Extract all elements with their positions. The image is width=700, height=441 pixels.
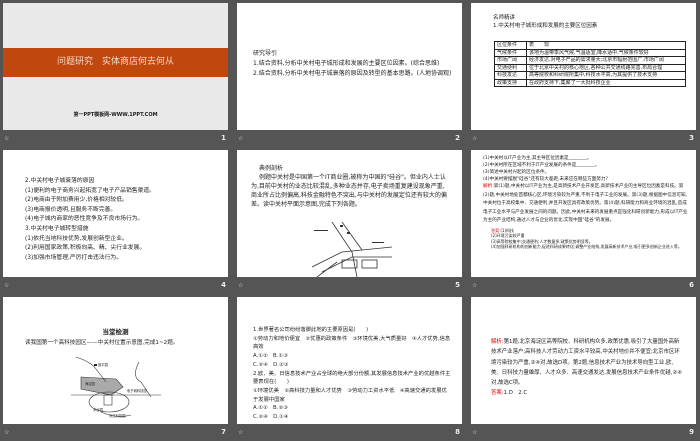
text-line: (1)便利的电子商务兴起拓宽了电子产品销售渠道。: [25, 187, 155, 194]
map-label: 电子城科技园: [127, 388, 147, 393]
question: 2.欧、美、日信息技术产业占全球的绝大部分份额,其发展信息技术产业的优越条件主要…: [253, 370, 451, 386]
slide-footer-6: ☆ 6: [472, 281, 694, 289]
text-line: 2.结合资料,分析中关村电子城衰落的原因及转型的基本思路。(人地协调观): [253, 70, 452, 77]
slide-thumbnail-4[interactable]: 2.中关村电子城衰落的原因 (1)便利的电子商务兴起拓宽了电子产品销售渠道。 (…: [3, 150, 228, 277]
answer-label: 答案:: [491, 390, 504, 397]
text-line: (3)加强市场管理,严厉打击违法行为。: [25, 254, 123, 261]
choice: A.①② B.②③: [253, 405, 288, 412]
heading: 名师精讲: [493, 15, 516, 21]
animation-icon: ☆: [4, 282, 10, 289]
map-label: 海淀园: [85, 381, 96, 386]
analysis-label: 解析:: [491, 339, 504, 345]
analysis-text: 第1题,北京海淀区高等院校、科研机构众多,政策优惠,吸引了大量国外高新技术产业落…: [491, 339, 682, 387]
slide-thumbnail-8[interactable]: 1.世界著名公司纷纷落脚此地的主要原因是( ) ①劳动力和地价便宜 ②优惠的政策…: [237, 297, 462, 424]
slide-thumbnail-3[interactable]: 名师精讲 1.中关村电子城形成和发展的主要区位因素 区位条件表 现 气候条件 该地…: [471, 3, 696, 130]
answer: (4)加强科研机构的创新能力,促进科研成果转化;调整产业结构,发展高新技术产业;…: [491, 243, 682, 249]
choice: C.②④ D.②③: [253, 361, 289, 368]
animation-icon: ☆: [4, 429, 10, 436]
animation-icon: ☆: [238, 282, 244, 289]
animation-icon: ☆: [472, 282, 478, 289]
text-line: (3)电商报价透明,且服务不断完善。: [25, 206, 117, 213]
analysis-text: 第(1)题,中关村以IT产业为主,是高新技术产业开发区,高新技术产业的主导区位因…: [483, 184, 688, 224]
slide-footer-3: ☆ 3: [472, 134, 694, 142]
map-label: 昌平园: [98, 362, 109, 367]
location-map: 昌平园 海淀园 电子城科技园 丰台园 亦庄科技园: [71, 357, 161, 418]
slide-thumbnail-9[interactable]: 解析:第1题,北京海淀区高等院校、科研机构众多,政策优惠,吸引了大量国外高新技术…: [471, 297, 696, 424]
footer-brand: 第一PPT模板网-WWW.1PPT.COM: [73, 112, 158, 118]
answer: 1.D 2.C: [503, 390, 528, 397]
options: ①环境优美 ②高科技力量和人才优势 ③劳动力工资水平低 ④高速交通的发展优于发展…: [253, 387, 447, 403]
map-label: 丰台园: [93, 407, 104, 412]
question: (2)中关村所在区域不利于IT产业发展的条件是________。: [483, 163, 600, 168]
animation-icon: ☆: [472, 429, 478, 436]
map-label: 亦庄科技园: [109, 413, 126, 418]
text-line: (1)依托当地科技优势,发展创新型企业。: [25, 235, 128, 242]
question: (1)中关村以IT产业为主,其主导区位因素是________。: [483, 156, 592, 161]
slide-footer-2: ☆ 2: [238, 134, 460, 142]
slide-footer-1: ☆ 1: [4, 134, 226, 142]
zhongguancun-map: [312, 222, 392, 277]
analysis-label: 解析:: [483, 184, 494, 189]
animation-icon: ☆: [472, 135, 478, 142]
title-band: 问题研究 实体商店何去何从: [3, 48, 228, 77]
slide-thumbnail-7[interactable]: 当堂检测 读我国第一个高科技园区——中关村位置示意图,完成1~2题。 昌平园 海…: [3, 297, 228, 424]
text-line: 1.结合资料,分析中关村电子城形成和发展的主要区位因素。(综合思维): [253, 60, 440, 67]
slide-footer-5: ☆ 5: [238, 281, 460, 289]
slide-thumbnail-1[interactable]: 问题研究 实体商店何去何从 第一PPT模板网-WWW.1PPT.COM: [3, 3, 228, 130]
slide-thumbnail-6[interactable]: (1)中关村以IT产业为主,其主导区位因素是________。 (2)中关村所在…: [471, 150, 696, 277]
choice: C.②④ D.①④: [253, 414, 289, 421]
question: 1.世界著名公司纷纷落脚此地的主要原因是( ): [253, 327, 369, 333]
options: ①劳动力和地价便宜 ②优惠的政策条件 ③环境优美,大气质量好 ④人才优势,信息高…: [253, 335, 451, 351]
question: (4)中关村要摆脱"硅谷"还有较大差距,未来应在哪些方面努力?: [483, 177, 608, 182]
choice: A.①② B.①③: [253, 353, 288, 360]
heading: 典例剖析: [259, 165, 284, 172]
text-line: (4)电子城内商家的恶性竞争及不良市场行为。: [25, 216, 144, 223]
animation-icon: ☆: [238, 429, 244, 436]
subheading: 1.中关村电子城形成和发展的主要区位因素: [493, 23, 598, 29]
slide-footer-4: ☆ 4: [4, 281, 226, 289]
text-line: (2)利用国家政策,积极向高、精、尖行业发展。: [25, 245, 146, 252]
heading: 当堂检测: [102, 328, 129, 336]
text-line: 2.中关村电子城衰落的原因: [25, 178, 95, 184]
slide-thumbnail-2[interactable]: 研究导引 1.结合资料,分析中关村电子城形成和发展的主要区位因素。(综合思维) …: [237, 3, 462, 130]
location-factors-table: 区位条件表 现 气候条件 该地为温带季风气候,气温适宜,降水适中,气候条件较好 市…: [494, 41, 686, 87]
text-line: 3.中关村电子城转型措施: [25, 225, 89, 232]
animation-icon: ☆: [4, 135, 10, 142]
body-text: 读我国第一个高科技园区——中关村位置示意图,完成1~2题。: [25, 340, 179, 346]
body-text: 例题中关村是中国第一个IT商业圈,被称为中国的"硅谷"。但业内人士认为,目前中关…: [251, 174, 447, 208]
text-line: (2)电商由于附加费用少,价格相对较低。: [25, 197, 128, 204]
question: (3)简述中关村兴起的区位条件。: [483, 170, 550, 175]
heading: 研究导引: [253, 50, 278, 57]
animation-icon: ☆: [238, 135, 244, 142]
slide-thumbnail-5[interactable]: 典例剖析 例题中关村是中国第一个IT商业圈,被称为中国的"硅谷"。但业内人士认为…: [237, 150, 462, 277]
